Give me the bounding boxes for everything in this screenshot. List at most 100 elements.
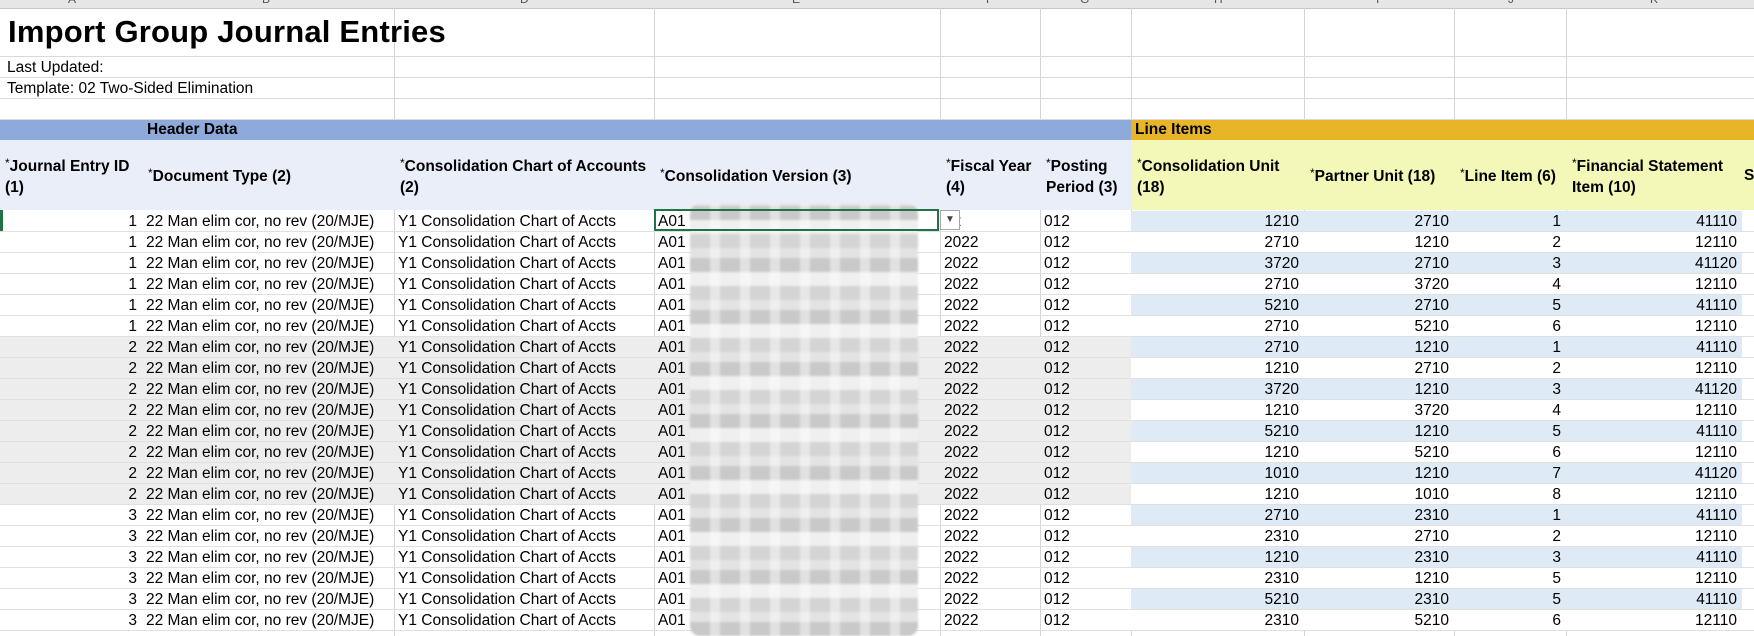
template-label[interactable]: Template: 02 Two-Sided Elimination — [7, 80, 253, 98]
cell-partner-unit[interactable]: 3720 — [1304, 274, 1454, 294]
cell-posting-period[interactable]: 012 — [1040, 568, 1131, 588]
cell-journal-entry-id[interactable]: 2 — [0, 442, 142, 462]
cell-line-item[interactable]: 5 — [1454, 589, 1566, 609]
cell-document-type[interactable]: 22 Man elim cor, no rev (20/MJE) — [142, 358, 394, 378]
header-journal-entry-id[interactable]: *Journal Entry ID (1) — [0, 140, 142, 210]
cell-fs-item[interactable]: 12110 — [1566, 610, 1742, 630]
cell-document-type[interactable]: 22 Man elim cor, no rev (20/MJE) — [142, 232, 394, 252]
cell-consolidation-unit[interactable]: 5210 — [1131, 589, 1304, 609]
cell-fs-item[interactable]: 41120 — [1566, 379, 1742, 399]
cell-document-type[interactable]: 22 Man elim cor, no rev (20/MJE) — [142, 484, 394, 504]
cell-fs-item[interactable]: 41110 — [1566, 337, 1742, 357]
cell-posting-period[interactable]: 012 — [1040, 610, 1131, 630]
cell-line-item[interactable]: 6 — [1454, 316, 1566, 336]
cell-document-type[interactable]: 22 Man elim cor, no rev (20/MJE) — [142, 505, 394, 525]
cell-chart-of-accounts[interactable]: Y1 Consolidation Chart of Accts — [394, 274, 654, 294]
header-consolidation-unit[interactable]: *Consolidation Unit (18) — [1131, 140, 1304, 210]
cell-line-item[interactable]: 4 — [1454, 400, 1566, 420]
cell-journal-entry-id[interactable]: 1 — [0, 295, 142, 315]
cell-posting-period[interactable]: 012 — [1040, 253, 1131, 273]
cell-fs-item[interactable]: 12110 — [1566, 274, 1742, 294]
cell-fiscal-year[interactable]: 2022 — [940, 253, 1040, 273]
cell-chart-of-accounts[interactable]: Y1 Consolidation Chart of Accts — [394, 316, 654, 336]
cell-journal-entry-id[interactable]: 2 — [0, 337, 142, 357]
cell-document-type[interactable]: 22 Man elim cor, no rev (20/MJE) — [142, 211, 394, 231]
cell-fs-item[interactable]: 41110 — [1566, 421, 1742, 441]
cell-line-item[interactable]: 6 — [1454, 442, 1566, 462]
cell-line-item[interactable]: 1 — [1454, 505, 1566, 525]
cell-fs-item[interactable]: 12110 — [1566, 232, 1742, 252]
cell-document-type[interactable]: 22 Man elim cor, no rev (20/MJE) — [142, 379, 394, 399]
line-items-band[interactable]: Line Items — [1131, 120, 1754, 140]
header-consolidation-version[interactable]: *Consolidation Version (3) — [654, 140, 940, 210]
cell-partner-unit[interactable]: 1210 — [1304, 337, 1454, 357]
cell-partner-unit[interactable]: 1210 — [1304, 421, 1454, 441]
cell-line-item[interactable]: 3 — [1454, 547, 1566, 567]
cell-journal-entry-id[interactable]: 1 — [0, 274, 142, 294]
cell-fs-item[interactable]: 41110 — [1566, 211, 1742, 231]
cell-partner-unit[interactable]: 2310 — [1304, 505, 1454, 525]
cell-fs-item[interactable]: 41110 — [1566, 589, 1742, 609]
cell-consolidation-unit[interactable]: 1210 — [1131, 442, 1304, 462]
cell-line-item[interactable]: 3 — [1454, 379, 1566, 399]
cell-posting-period[interactable]: 012 — [1040, 442, 1131, 462]
cell-line-item[interactable]: 2 — [1454, 232, 1566, 252]
cell-consolidation-unit[interactable]: 2710 — [1131, 505, 1304, 525]
header-fs-item[interactable]: *Financial Statement Item (10) — [1566, 140, 1742, 210]
cell-document-type[interactable]: 22 Man elim cor, no rev (20/MJE) — [142, 295, 394, 315]
cell-posting-period[interactable]: 012 — [1040, 505, 1131, 525]
column-letter[interactable]: I — [1376, 0, 1379, 6]
header-next-column-partial[interactable]: S — [1742, 140, 1754, 210]
cell-document-type[interactable]: 22 Man elim cor, no rev (20/MJE) — [142, 421, 394, 441]
cell-chart-of-accounts[interactable]: Y1 Consolidation Chart of Accts — [394, 463, 654, 483]
cell-fiscal-year[interactable]: 2022 — [940, 484, 1040, 504]
cell-journal-entry-id[interactable]: 1 — [0, 316, 142, 336]
cell-partner-unit[interactable]: 2710 — [1304, 295, 1454, 315]
cell-posting-period[interactable]: 012 — [1040, 379, 1131, 399]
header-fiscal-year[interactable]: *Fiscal Year (4) — [940, 140, 1040, 210]
cell-chart-of-accounts[interactable]: Y1 Consolidation Chart of Accts — [394, 253, 654, 273]
header-data-band[interactable]: Header Data — [0, 120, 1131, 140]
cell-journal-entry-id[interactable]: 3 — [0, 505, 142, 525]
cell-partner-unit[interactable]: 2310 — [1304, 589, 1454, 609]
cell-line-item[interactable]: 6 — [1454, 610, 1566, 630]
cell-fiscal-year[interactable]: 2022 — [940, 337, 1040, 357]
last-updated-label[interactable]: Last Updated: — [7, 59, 104, 77]
cell-consolidation-unit[interactable]: 1210 — [1131, 400, 1304, 420]
cell-fiscal-year[interactable]: 2022 — [940, 358, 1040, 378]
cell-fs-item[interactable]: 12110 — [1566, 316, 1742, 336]
cell-fs-item[interactable]: 12110 — [1566, 442, 1742, 462]
cell-partner-unit[interactable]: 5210 — [1304, 442, 1454, 462]
cell-line-item[interactable]: 5 — [1454, 568, 1566, 588]
cell-fiscal-year[interactable]: 2022 — [940, 526, 1040, 546]
cell-journal-entry-id[interactable]: 1 — [0, 232, 142, 252]
cell-consolidation-unit[interactable]: 2310 — [1131, 610, 1304, 630]
cell-journal-entry-id[interactable]: 3 — [0, 589, 142, 609]
cell-chart-of-accounts[interactable]: Y1 Consolidation Chart of Accts — [394, 400, 654, 420]
cell-line-item[interactable]: 2 — [1454, 358, 1566, 378]
cell-consolidation-unit[interactable]: 1210 — [1131, 211, 1304, 231]
column-letter[interactable]: H — [1214, 0, 1223, 6]
cell-fiscal-year[interactable]: 2022 — [940, 610, 1040, 630]
cell-chart-of-accounts[interactable]: Y1 Consolidation Chart of Accts — [394, 232, 654, 252]
cell-fiscal-year[interactable]: 2022 — [940, 421, 1040, 441]
cell-fs-item[interactable]: 41120 — [1566, 463, 1742, 483]
cell-partner-unit[interactable]: 2710 — [1304, 526, 1454, 546]
cell-document-type[interactable]: 22 Man elim cor, no rev (20/MJE) — [142, 568, 394, 588]
cell-fiscal-year[interactable]: 2022 — [940, 547, 1040, 567]
cell-document-type[interactable]: 22 Man elim cor, no rev (20/MJE) — [142, 253, 394, 273]
cell-chart-of-accounts[interactable]: Y1 Consolidation Chart of Accts — [394, 295, 654, 315]
cell-consolidation-unit[interactable]: 3720 — [1131, 253, 1304, 273]
cell-consolidation-unit[interactable]: 2710 — [1131, 232, 1304, 252]
cell-consolidation-unit[interactable]: 2310 — [1131, 568, 1304, 588]
cell-chart-of-accounts[interactable]: Y1 Consolidation Chart of Accts — [394, 610, 654, 630]
cell-fiscal-year[interactable]: 2022 — [940, 295, 1040, 315]
cell-posting-period[interactable]: 012 — [1040, 232, 1131, 252]
cell-fs-item[interactable]: 12110 — [1566, 484, 1742, 504]
cell-journal-entry-id[interactable]: 1 — [0, 253, 142, 273]
cell-fiscal-year[interactable]: 2022 — [940, 463, 1040, 483]
cell-partner-unit[interactable]: 1210 — [1304, 568, 1454, 588]
cell-fiscal-year[interactable]: 2022 — [940, 505, 1040, 525]
cell-posting-period[interactable]: 012 — [1040, 400, 1131, 420]
cell-fs-item[interactable]: 12110 — [1566, 568, 1742, 588]
